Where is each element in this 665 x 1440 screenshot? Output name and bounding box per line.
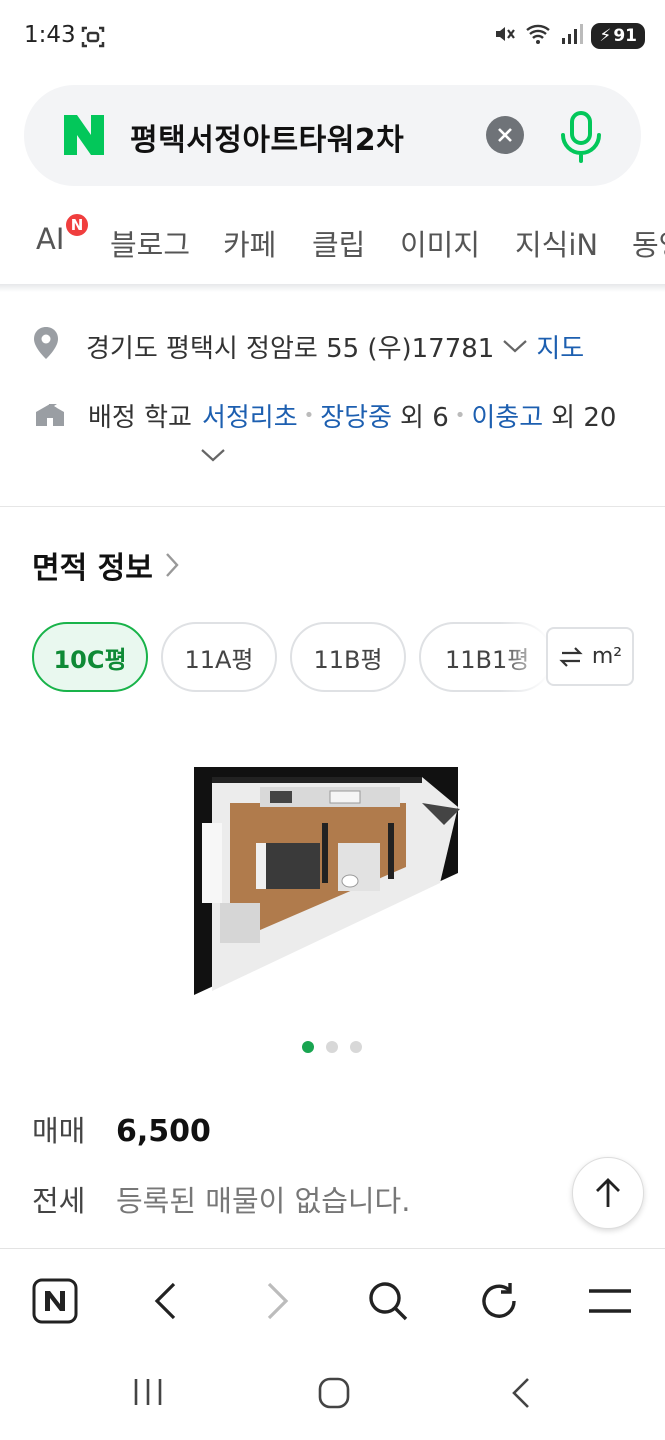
tab-clip[interactable]: 클립: [312, 222, 365, 264]
school-icon: [32, 396, 68, 435]
refresh-icon: [482, 1283, 516, 1318]
voice-search-button[interactable]: [554, 107, 608, 169]
area-chip-11a[interactable]: 11A평: [161, 622, 277, 692]
microphone-icon: [561, 111, 601, 163]
back-arrow-icon: [512, 1378, 529, 1408]
naver-logo-icon[interactable]: [62, 113, 106, 161]
chips-fade: [500, 622, 550, 692]
menu-button[interactable]: [586, 1277, 634, 1325]
status-time: 1:43: [24, 22, 76, 48]
refresh-button[interactable]: [475, 1277, 523, 1325]
back-button[interactable]: [141, 1277, 189, 1325]
sale-label: 매매: [32, 1114, 86, 1148]
naver-n-icon: [32, 1278, 78, 1324]
pager-dot-active[interactable]: [302, 1041, 314, 1053]
tab-label: 클립: [312, 228, 366, 262]
area-chip-11b[interactable]: 11B평: [290, 622, 406, 692]
forward-button[interactable]: [254, 1277, 302, 1325]
chevron-left-icon: [154, 1282, 176, 1320]
school-high-link[interactable]: 이충고: [471, 397, 543, 434]
pager-dot[interactable]: [326, 1041, 338, 1053]
tab-video[interactable]: 동영: [632, 222, 665, 264]
location-pin-icon: [32, 326, 60, 367]
recent-apps-button[interactable]: [132, 1376, 164, 1412]
browser-toolbar: [0, 1248, 665, 1348]
tab-label: 동영: [632, 228, 665, 262]
map-link[interactable]: 지도: [536, 328, 584, 365]
battery-indicator: ⚡ 91: [591, 23, 645, 49]
new-badge: N: [64, 212, 90, 238]
tab-blog[interactable]: 블로그: [110, 222, 190, 264]
swap-icon: [559, 646, 583, 667]
hamburger-menu-icon: [589, 1289, 631, 1313]
home-icon: [318, 1377, 350, 1409]
signal-icon: [561, 23, 584, 49]
wifi-icon: [525, 22, 553, 50]
home-button[interactable]: [317, 1376, 351, 1414]
naver-home-button[interactable]: [31, 1277, 79, 1325]
search-bar[interactable]: 평택서정아트타워2차: [24, 85, 641, 186]
address-row: 경기도 평택시 정암로 55 (우)17781 지도: [32, 326, 584, 367]
search-tabs: AI N 블로그 카페 클립 이미지 지식iN 동영: [0, 212, 665, 272]
search-button[interactable]: [364, 1277, 412, 1325]
sale-value: 6,500: [116, 1114, 211, 1149]
close-icon: [498, 128, 512, 142]
school-middle-more: 외 6: [400, 403, 449, 433]
school-row: 배정 학교 서정리초 • 장당중 외 6 • 이충고 외 20: [32, 396, 616, 435]
area-info-title[interactable]: 면적 정보: [32, 543, 181, 587]
charging-icon: ⚡: [599, 26, 612, 46]
school-middle-link[interactable]: 장당중: [320, 397, 392, 434]
tab-label: 블로그: [110, 228, 191, 262]
school-label: 배정 학교: [88, 403, 192, 433]
search-input[interactable]: 평택서정아트타워2차: [130, 115, 404, 159]
tab-ai[interactable]: AI N: [36, 212, 90, 256]
expand-schools-chevron-icon[interactable]: [200, 446, 226, 468]
floor-plan-image[interactable]: [190, 763, 475, 1002]
separator-dot: •: [303, 405, 315, 426]
school-elementary-link[interactable]: 서정리초: [202, 397, 298, 434]
area-chip-10c[interactable]: 10C평: [32, 622, 148, 692]
system-back-button[interactable]: [508, 1376, 534, 1414]
area-chips: 10C평 11A평 11B평 11B1평: [32, 622, 552, 692]
search-icon: [369, 1282, 408, 1321]
unit-label: m²: [591, 644, 623, 669]
pager-dot[interactable]: [350, 1041, 362, 1053]
tab-image[interactable]: 이미지: [400, 222, 480, 264]
separator-dot: •: [454, 405, 466, 426]
school-high-more: 외 20: [551, 403, 617, 433]
tab-label: 카페: [223, 228, 277, 262]
tab-cafe[interactable]: 카페: [223, 222, 276, 264]
tab-label: 지식iN: [515, 228, 599, 262]
mute-icon: [493, 22, 517, 50]
clear-search-button[interactable]: [486, 116, 524, 154]
system-navigation-bar: [0, 1348, 665, 1440]
address-text: 경기도 평택시 정암로 55 (우)17781: [86, 334, 495, 364]
chevron-right-icon: [267, 1282, 289, 1320]
chevron-down-icon[interactable]: [502, 332, 528, 362]
tabs-shadow: [0, 284, 665, 292]
tab-label: AI: [36, 222, 65, 256]
tab-label: 이미지: [400, 228, 481, 262]
battery-level: 91: [613, 26, 637, 46]
scroll-to-top-button[interactable]: [572, 1157, 644, 1229]
gallery-pager: [302, 1041, 362, 1053]
jeonse-value: 등록된 매물이 없습니다.: [116, 1184, 411, 1218]
tab-knowledge-in[interactable]: 지식iN: [515, 222, 598, 264]
unit-toggle-button[interactable]: m²: [546, 627, 634, 686]
section-divider: [0, 506, 665, 507]
sale-price-row: 매매 6,500: [32, 1108, 211, 1150]
arrow-up-icon: [596, 1178, 620, 1207]
chevron-right-icon: [165, 553, 179, 577]
recent-apps-icon: [134, 1379, 162, 1405]
screenshot-icon: [80, 24, 106, 54]
jeonse-label: 전세: [32, 1184, 86, 1218]
jeonse-price-row: 전세 등록된 매물이 없습니다.: [32, 1178, 410, 1220]
section-title-text: 면적 정보: [32, 551, 153, 586]
status-bar: 1:43 ⚡ 91: [0, 0, 665, 76]
